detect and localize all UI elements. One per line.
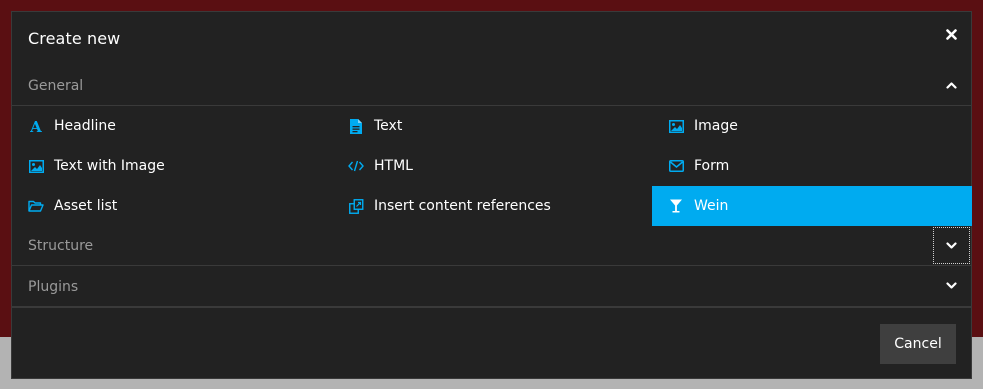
general-items-grid: A Headline Text Image Text with Image HT… — [12, 106, 972, 226]
item-label: Asset list — [54, 198, 118, 214]
item-text[interactable]: Text — [332, 106, 652, 146]
envelope-icon — [668, 158, 684, 174]
glass-icon — [668, 198, 684, 214]
dialog-footer: Cancel — [12, 307, 971, 380]
item-html[interactable]: HTML — [332, 146, 652, 186]
code-icon — [348, 158, 364, 174]
create-new-dialog: Create new General A Headline Text Image… — [11, 11, 972, 379]
group-structure-toggle[interactable] — [933, 227, 970, 264]
chevron-down-icon — [946, 241, 957, 249]
group-plugins-label: Plugins — [28, 279, 79, 295]
content-references-icon — [348, 198, 364, 214]
item-label: HTML — [374, 158, 413, 174]
cancel-button[interactable]: Cancel — [880, 324, 956, 364]
chevron-down-icon — [945, 282, 957, 289]
item-wein[interactable]: Wein — [652, 186, 972, 226]
text-with-image-icon — [28, 158, 44, 174]
close-button[interactable] — [941, 24, 961, 44]
group-general[interactable]: General — [12, 66, 971, 106]
document-icon — [348, 118, 364, 134]
dialog-header: Create new — [12, 12, 971, 66]
item-headline[interactable]: A Headline — [12, 106, 332, 146]
item-form[interactable]: Form — [652, 146, 972, 186]
close-icon — [945, 28, 957, 40]
item-image[interactable]: Image — [652, 106, 972, 146]
item-asset-list[interactable]: Asset list — [12, 186, 332, 226]
item-text-with-image[interactable]: Text with Image — [12, 146, 332, 186]
item-label: Wein — [694, 198, 729, 214]
headline-icon: A — [28, 118, 44, 134]
group-general-label: General — [28, 78, 84, 94]
group-plugins-toggle[interactable] — [939, 274, 963, 298]
item-label: Text — [374, 118, 403, 134]
item-label: Image — [694, 118, 738, 134]
svg-text:A: A — [29, 119, 42, 133]
item-label: Form — [694, 158, 730, 174]
group-structure[interactable]: Structure — [12, 226, 971, 266]
item-label: Text with Image — [54, 158, 165, 174]
item-insert-content-references[interactable]: Insert content references — [332, 186, 652, 226]
folder-open-icon — [28, 198, 44, 214]
dialog-title: Create new — [28, 29, 121, 48]
chevron-up-icon — [945, 82, 957, 89]
group-general-toggle[interactable] — [939, 73, 963, 97]
item-label: Headline — [54, 118, 116, 134]
item-label: Insert content references — [374, 198, 551, 214]
group-plugins[interactable]: Plugins — [12, 267, 971, 307]
group-structure-label: Structure — [28, 238, 94, 254]
image-icon — [668, 118, 684, 134]
